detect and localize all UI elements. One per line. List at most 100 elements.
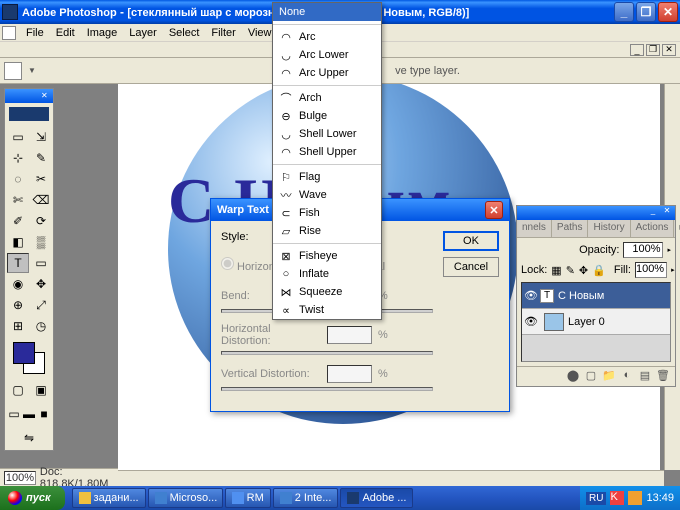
palette-close-icon[interactable]: ✕ bbox=[661, 206, 673, 216]
type-tool[interactable]: T bbox=[7, 253, 29, 273]
chevron-down-icon[interactable]: ▼ bbox=[28, 66, 36, 75]
clock[interactable]: 13:49 bbox=[646, 492, 674, 504]
palette-titlebar[interactable]: _ ✕ bbox=[517, 206, 675, 220]
mdi-close-button[interactable]: ✕ bbox=[662, 44, 676, 56]
toolbox-titlebar[interactable]: ✕ bbox=[5, 89, 53, 103]
language-indicator[interactable]: RU bbox=[586, 492, 606, 505]
hand-tool[interactable]: ⊞ bbox=[7, 316, 29, 336]
cancel-button[interactable]: Cancel bbox=[443, 257, 499, 277]
taskbar-item[interactable]: 2 Inte... bbox=[273, 488, 339, 508]
style-bulge[interactable]: ⊖Bulge bbox=[273, 107, 381, 125]
stamp-tool[interactable]: ✐ bbox=[7, 211, 29, 231]
gradient-tool[interactable]: ▒ bbox=[30, 232, 52, 252]
style-twist[interactable]: ∝Twist bbox=[273, 301, 381, 319]
crop-tool[interactable]: ◌ bbox=[7, 169, 29, 189]
start-button[interactable]: пуск bbox=[0, 486, 65, 510]
delete-layer-icon[interactable]: 🗑 bbox=[655, 369, 671, 385]
chevron-right-icon[interactable]: ▸ bbox=[671, 266, 675, 274]
quickmask-on-icon[interactable]: ▣ bbox=[30, 380, 52, 400]
new-group-icon[interactable]: 📁 bbox=[601, 369, 617, 385]
menu-image[interactable]: Image bbox=[81, 25, 124, 41]
hdist-slider[interactable] bbox=[221, 351, 433, 355]
style-squeeze[interactable]: ⋈Squeeze bbox=[273, 283, 381, 301]
pen-tool[interactable]: ✥ bbox=[30, 274, 52, 294]
new-layer-icon[interactable]: ▤ bbox=[637, 369, 653, 385]
opacity-field[interactable]: 100% bbox=[623, 242, 663, 258]
layer-row[interactable]: 👁 T С Новым bbox=[522, 283, 670, 309]
style-none[interactable]: None bbox=[273, 3, 381, 21]
close-button[interactable]: ✕ bbox=[658, 2, 678, 22]
style-arch[interactable]: ⌒Arch bbox=[273, 89, 381, 107]
tab-actions[interactable]: Actions bbox=[631, 220, 675, 237]
style-arc-upper[interactable]: ◠Arc Upper bbox=[273, 64, 381, 82]
style-shell-lower[interactable]: ◡Shell Lower bbox=[273, 125, 381, 143]
menu-edit[interactable]: Edit bbox=[50, 25, 81, 41]
tray-icon[interactable]: K bbox=[610, 491, 624, 505]
palette-menu-icon[interactable]: ▸ bbox=[674, 220, 680, 237]
menu-filter[interactable]: Filter bbox=[205, 25, 241, 41]
menu-select[interactable]: Select bbox=[163, 25, 206, 41]
lock-transparency-icon[interactable]: ▦ bbox=[551, 264, 561, 277]
eyedropper-tool[interactable]: ⤢ bbox=[30, 295, 52, 315]
layer-name[interactable]: Layer 0 bbox=[568, 316, 605, 328]
tab-paths[interactable]: Paths bbox=[552, 220, 589, 237]
layer-mask-icon[interactable]: ▢ bbox=[583, 369, 599, 385]
layer-row[interactable]: 👁 Layer 0 bbox=[522, 309, 670, 335]
jump-to-imageready-icon[interactable]: ⇋ bbox=[18, 428, 40, 448]
lock-position-icon[interactable]: ✥ bbox=[579, 264, 588, 277]
horizontal-scrollbar[interactable] bbox=[118, 470, 664, 486]
adjustment-layer-icon[interactable]: ◐ bbox=[619, 369, 635, 385]
notes-tool[interactable]: ⊕ bbox=[7, 295, 29, 315]
shape-tool[interactable]: ▭ bbox=[30, 253, 52, 273]
vdist-slider[interactable] bbox=[221, 387, 433, 391]
style-fish[interactable]: ⊂Fish bbox=[273, 204, 381, 222]
style-flag[interactable]: ⚐Flag bbox=[273, 168, 381, 186]
style-shell-upper[interactable]: ◠Shell Upper bbox=[273, 143, 381, 161]
dialog-close-button[interactable]: ✕ bbox=[485, 201, 503, 219]
menu-file[interactable]: File bbox=[20, 25, 50, 41]
menu-layer[interactable]: Layer bbox=[123, 25, 163, 41]
color-wells[interactable] bbox=[11, 340, 47, 376]
taskbar-item[interactable]: задани... bbox=[72, 488, 146, 508]
layer-style-icon[interactable]: ⬤ bbox=[565, 369, 581, 385]
style-fisheye[interactable]: ⊠Fisheye bbox=[273, 247, 381, 265]
tool-preset-swatch[interactable] bbox=[4, 62, 22, 80]
hdist-field[interactable] bbox=[327, 326, 372, 344]
zoom-tool[interactable]: ◷ bbox=[30, 316, 52, 336]
palette-minimize-icon[interactable]: _ bbox=[647, 206, 659, 216]
toolbox-close-icon[interactable]: ✕ bbox=[41, 91, 51, 101]
tray-icon[interactable] bbox=[628, 491, 642, 505]
screenmode-full-menubar-icon[interactable]: ▬ bbox=[22, 404, 36, 424]
eraser-tool[interactable]: ◧ bbox=[7, 232, 29, 252]
tab-channels[interactable]: nnels bbox=[517, 220, 552, 237]
screenmode-full-icon[interactable]: ■ bbox=[37, 404, 51, 424]
layer-name[interactable]: С Новым bbox=[558, 290, 604, 302]
zoom-field[interactable]: 100% bbox=[4, 471, 36, 485]
path-tool[interactable]: ◉ bbox=[7, 274, 29, 294]
marquee-tool[interactable]: ⇲ bbox=[30, 127, 52, 147]
wand-tool[interactable]: ✎ bbox=[30, 148, 52, 168]
lock-all-icon[interactable]: 🔒 bbox=[592, 264, 606, 277]
visibility-icon[interactable]: 👁 bbox=[522, 315, 540, 328]
mdi-restore-button[interactable]: ❐ bbox=[646, 44, 660, 56]
maximize-button[interactable]: ❐ bbox=[636, 2, 656, 22]
lasso-tool[interactable]: ⊹ bbox=[7, 148, 29, 168]
visibility-icon[interactable]: 👁 bbox=[522, 289, 540, 302]
style-arc-lower[interactable]: ◡Arc Lower bbox=[273, 46, 381, 64]
chevron-right-icon[interactable]: ▸ bbox=[667, 246, 671, 254]
brush-tool[interactable]: ⌫ bbox=[30, 190, 52, 210]
style-wave[interactable]: 〰Wave bbox=[273, 186, 381, 204]
taskbar-item[interactable]: Microso... bbox=[148, 488, 223, 508]
lock-pixels-icon[interactable]: ✎ bbox=[566, 264, 575, 277]
style-arc[interactable]: ◠Arc bbox=[273, 28, 381, 46]
foreground-color-well[interactable] bbox=[13, 342, 35, 364]
screenmode-standard-icon[interactable]: ▭ bbox=[7, 404, 21, 424]
vdist-field[interactable] bbox=[327, 365, 372, 383]
ok-button[interactable]: OK bbox=[443, 231, 499, 251]
style-rise[interactable]: ▱Rise bbox=[273, 222, 381, 240]
style-inflate[interactable]: ○Inflate bbox=[273, 265, 381, 283]
history-brush-tool[interactable]: ⟳ bbox=[30, 211, 52, 231]
quickmask-off-icon[interactable]: ▢ bbox=[7, 380, 29, 400]
move-tool[interactable]: ▭ bbox=[7, 127, 29, 147]
taskbar-item[interactable]: RM bbox=[225, 488, 271, 508]
